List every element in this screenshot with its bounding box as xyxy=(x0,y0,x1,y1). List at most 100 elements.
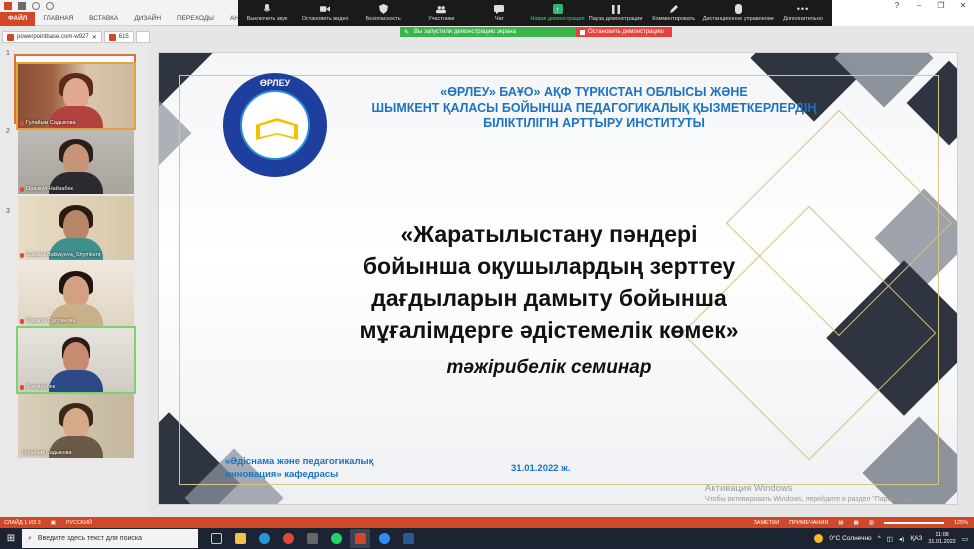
view-normal-icon[interactable]: ▤ xyxy=(838,520,843,526)
stop-video-button[interactable]: Остановить видео xyxy=(296,0,354,26)
notes-button[interactable]: ЗАМЕТКИ xyxy=(753,520,779,526)
zoom-level[interactable]: 125% xyxy=(954,520,968,526)
mic-muted-icon xyxy=(20,186,24,192)
watermark-title: Активация Windows xyxy=(705,483,793,494)
calculator-icon[interactable] xyxy=(302,529,322,548)
zoom-slider[interactable] xyxy=(883,521,944,524)
security-label: Безопасность xyxy=(365,16,401,22)
participant-tile[interactable]: Жандарбек xyxy=(16,326,136,394)
windows-activation-watermark: Активация Windows Чтобы активировать Win… xyxy=(705,483,916,505)
main-slide-canvas[interactable]: ӨРЛЕУ «ӨРЛЕУ» БАҰО» АҚФ ТҮРКІСТАН ОБЛЫСЫ… xyxy=(158,52,958,505)
task-view-icon[interactable] xyxy=(206,529,226,548)
annotate-button[interactable]: Комментировать xyxy=(645,0,703,26)
language-switcher[interactable]: ҚАЗ xyxy=(910,535,922,542)
redo-icon[interactable] xyxy=(46,2,54,10)
taskbar-clock[interactable]: 11:08 31.01.2022 xyxy=(928,532,956,546)
annotate-label: Комментировать xyxy=(652,16,696,22)
taskbar-search[interactable]: ⌕ Введите здесь текст для поиска xyxy=(22,529,198,548)
participant-tile[interactable]: Маржан Султанова xyxy=(18,262,134,326)
share-message-text: Вы запустили демонстрацию экрана xyxy=(414,29,516,35)
pen-icon xyxy=(669,4,679,14)
edge-icon[interactable] xyxy=(254,529,274,548)
tab-home[interactable]: ГЛАВНАЯ xyxy=(35,12,81,26)
new-share-button[interactable]: ↑ Новая демонстрация xyxy=(528,0,586,26)
new-tab-button[interactable] xyxy=(135,31,150,43)
slide-date: 31.01.2022 ж. xyxy=(511,463,571,474)
participant-name: Гулайым Садыкова xyxy=(22,450,72,456)
clock-time: 11:08 xyxy=(935,531,949,538)
weather-text[interactable]: 0°C Солнечно xyxy=(829,535,871,542)
minimize-button[interactable]: – xyxy=(908,0,930,12)
powerpoint-icon[interactable] xyxy=(350,529,370,548)
participant-tile[interactable]: Гулайым Садыкова xyxy=(18,394,134,458)
windows-taskbar: ⊞ ⌕ Введите здесь текст для поиска 0°C С… xyxy=(0,528,974,549)
title-line: «Жаратылыстану пәндері xyxy=(400,221,698,247)
participants-icon xyxy=(436,4,447,14)
close-button[interactable]: ✕ xyxy=(952,0,974,12)
view-sorter-icon[interactable]: ▦ xyxy=(854,520,859,526)
chrome-icon[interactable] xyxy=(278,529,298,548)
close-icon[interactable]: ✕ xyxy=(92,34,97,41)
undo-icon[interactable] xyxy=(32,2,40,10)
remote-icon xyxy=(733,4,743,14)
pptx-file-icon xyxy=(7,33,14,41)
system-tray: 0°C Солнечно ^ ◫ ◂) ҚАЗ 11:08 31.01.2022… xyxy=(814,532,974,546)
participant-video-strip: Гулайым Садыкова Оразкул Найзабек Gulnar… xyxy=(16,62,136,460)
watermark-subtitle: Чтобы активировать Windows, перейдите в … xyxy=(705,496,917,503)
more-button[interactable]: ••• Дополнительно xyxy=(774,0,832,26)
institute-line: БІЛІКТІЛІГІН АРТТЫРУ ИНСТИТУТЫ xyxy=(483,116,705,130)
participant-tile[interactable]: Оразкул Найзабек xyxy=(18,130,134,194)
slide-subtitle: тәжірибелік семинар xyxy=(446,357,652,378)
doc-tab-powerpointbase[interactable]: powerpointbase.com-w927 ✕ xyxy=(2,31,102,43)
tab-insert[interactable]: ВСТАВКА xyxy=(81,12,126,26)
help-icon[interactable]: ? xyxy=(886,0,908,12)
video-icon xyxy=(320,4,331,14)
security-button[interactable]: Безопасность xyxy=(354,0,412,26)
comments-button[interactable]: ПРИМЕЧАНИЯ xyxy=(789,520,828,526)
participant-tile[interactable]: Гулайым Садыкова xyxy=(16,62,136,130)
participant-tile[interactable]: Gulnara Batkayeva_Shymkent xyxy=(18,196,134,260)
title-line: бойынша оқушылардың зерттеу xyxy=(362,253,736,279)
language-indicator[interactable]: РУССКИЙ xyxy=(66,520,92,526)
chat-button[interactable]: Чат xyxy=(470,0,528,26)
remote-control-button[interactable]: Дистанционное управление xyxy=(703,0,774,26)
pause-share-button[interactable]: Пауза демонстрации xyxy=(587,0,645,26)
tab-design[interactable]: ДИЗАЙН xyxy=(126,12,169,26)
window-controls: ? – ❐ ✕ xyxy=(886,0,974,12)
doc-tab-label: 615 xyxy=(118,34,129,40)
share-status-bar: ✎ Вы запустили демонстрацию экрана Остан… xyxy=(400,27,672,37)
shield-icon xyxy=(378,4,388,14)
restore-button[interactable]: ❐ xyxy=(930,0,952,12)
tray-chevron-icon[interactable]: ^ xyxy=(878,535,881,542)
slide-number: 1 xyxy=(6,50,10,57)
powerpoint-logo-icon xyxy=(4,2,12,10)
mute-label: Выключить звук xyxy=(246,16,288,22)
view-reading-icon[interactable]: ▥ xyxy=(869,520,874,526)
zoom-app-icon[interactable] xyxy=(374,529,394,548)
search-placeholder: Введите здесь текст для поиска xyxy=(37,535,142,542)
weather-icon xyxy=(814,534,824,543)
logo-inner-circle xyxy=(240,90,310,160)
stop-video-label: Остановить видео xyxy=(301,16,349,22)
spellcheck-icon[interactable]: ▣ xyxy=(51,520,56,526)
participants-button[interactable]: Участники xyxy=(412,0,470,26)
doc-tab-615[interactable]: 615 xyxy=(103,31,134,43)
windows-start-icon[interactable]: ⊞ xyxy=(0,528,22,549)
participant-name: Гулайым Садыкова xyxy=(20,120,76,126)
slide-title: «Жаратылыстану пәндері бойынша оқушылард… xyxy=(239,218,859,346)
save-icon[interactable] xyxy=(18,2,26,10)
mute-button[interactable]: Выключить звук xyxy=(238,0,296,26)
whatsapp-icon[interactable] xyxy=(326,529,346,548)
tab-file[interactable]: ФАЙЛ xyxy=(0,12,36,26)
document-tabs: powerpointbase.com-w927 ✕ 615 xyxy=(0,30,400,44)
network-icon[interactable]: ◫ xyxy=(887,535,893,543)
word-icon[interactable] xyxy=(398,529,418,548)
notifications-icon[interactable]: ▭ xyxy=(962,535,968,543)
zoom-meeting-toolbar: Выключить звук Остановить видео Безопасн… xyxy=(238,0,832,26)
quick-access-toolbar xyxy=(0,0,240,12)
stop-share-button[interactable]: Остановить демонстрацию xyxy=(576,27,672,37)
tab-transitions[interactable]: ПЕРЕХОДЫ xyxy=(169,12,222,26)
file-explorer-icon[interactable] xyxy=(230,529,250,548)
new-share-label: Новая демонстрация xyxy=(530,16,585,22)
volume-icon[interactable]: ◂) xyxy=(899,535,904,543)
